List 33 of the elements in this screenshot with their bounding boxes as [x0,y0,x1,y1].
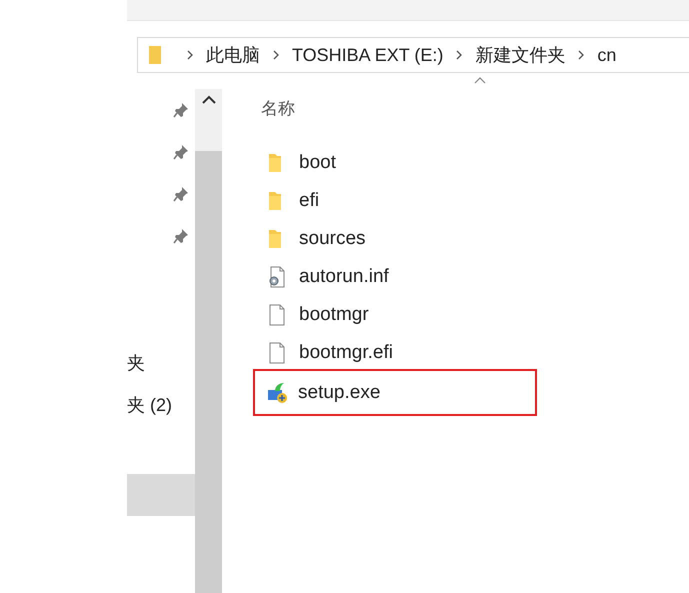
file-name[interactable]: boot [299,152,535,174]
scroll-up-icon[interactable] [202,95,216,104]
installer-icon [267,382,289,404]
breadcrumb-item[interactable]: 此电脑 [206,43,260,67]
chevron-icon [272,49,280,61]
folder-icon [268,153,282,173]
folder-icon [268,229,282,249]
chevron-icon [186,49,194,61]
folder-icon [268,191,282,211]
file-name[interactable]: efi [299,190,535,212]
column-header[interactable]: 名称 [261,96,295,120]
file-name[interactable]: bootmgr [299,304,535,326]
pin-icon[interactable] [173,186,189,202]
chevron-icon [455,49,464,61]
pin-icon[interactable] [173,102,189,118]
file-icon [268,342,286,364]
file-name[interactable]: autorun.inf [299,266,535,288]
file-name[interactable]: setup.exe [298,382,535,404]
settings-file-icon [268,266,286,288]
pin-icon[interactable] [173,144,189,160]
file-name[interactable]: sources [299,228,535,250]
scrollbar[interactable] [195,89,222,593]
pin-icon[interactable] [173,228,189,244]
nav-item[interactable]: 夹 (2) [127,384,195,426]
breadcrumb-item[interactable]: cn [597,44,616,66]
address-bar[interactable]: 此电脑 TOSHIBA EXT (E:) 新建文件夹 cn [137,37,689,73]
file-name[interactable]: bootmgr.efi [299,342,535,364]
chevron-icon [577,49,586,61]
breadcrumb-item[interactable]: TOSHIBA EXT (E:) [292,44,444,66]
file-icon [268,304,286,326]
nav-item[interactable]: 夹 [127,342,195,384]
folder-icon [148,45,162,65]
breadcrumb-item[interactable]: 新建文件夹 [475,43,566,67]
